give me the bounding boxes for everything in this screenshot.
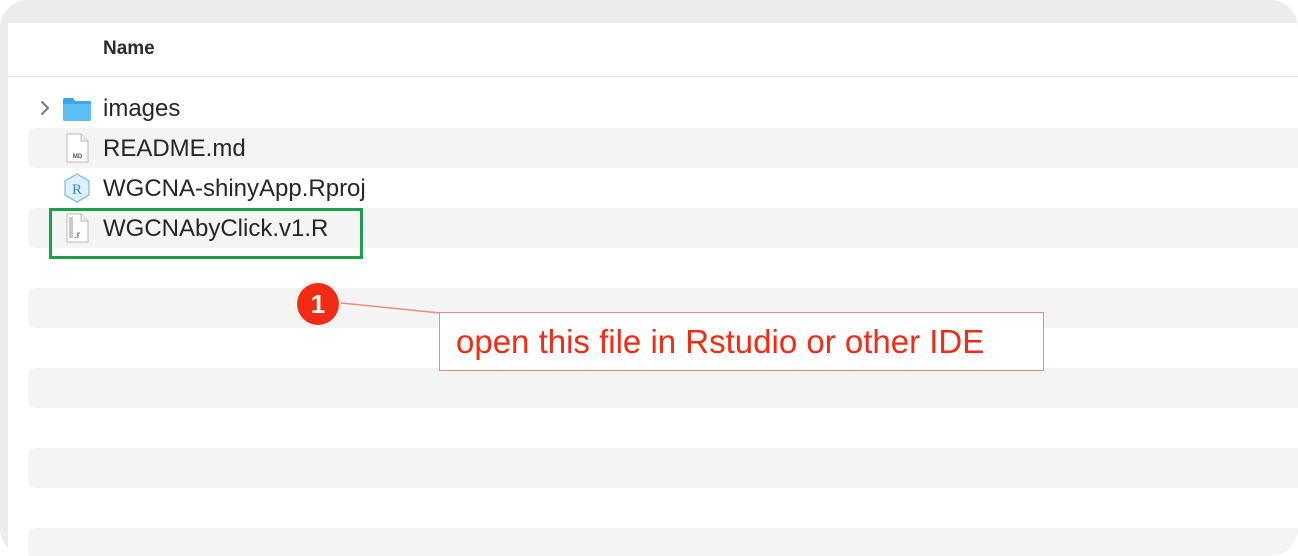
step-number-badge: 1: [295, 281, 341, 327]
callout-leader-line: [340, 302, 441, 314]
callout-text: open this file in Rstudio or other IDE: [456, 323, 985, 360]
callout-box: open this file in Rstudio or other IDE: [439, 312, 1044, 371]
finder-window: Name images MD README.md R WGCNA-shinyAp…: [0, 0, 1298, 556]
